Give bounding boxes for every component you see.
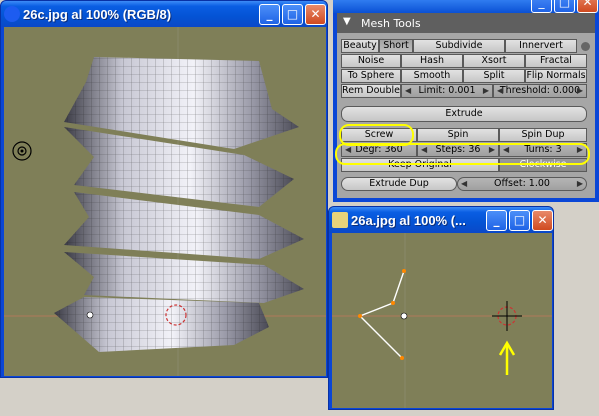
- increment-arrow-icon[interactable]: ▶: [577, 178, 583, 190]
- threshold-field[interactable]: ◀ Threshold: 0.000 ▶: [493, 84, 587, 98]
- screw-mesh-render: [4, 27, 326, 376]
- minimize-button[interactable]: _: [259, 4, 280, 25]
- turns-field[interactable]: ◀ Turns: 3 ▶: [499, 143, 587, 157]
- collapse-triangle-icon[interactable]: ▼: [343, 16, 351, 27]
- offset-value: Offset: 1.00: [494, 178, 550, 189]
- minimize-button[interactable]: _: [486, 210, 507, 231]
- hash-button[interactable]: Hash: [401, 54, 463, 68]
- extrude-dup-button[interactable]: Extrude Dup: [341, 177, 457, 191]
- offset-field[interactable]: ◀ Offset: 1.00 ▶: [457, 177, 587, 191]
- beauty-button[interactable]: Beauty: [341, 39, 379, 53]
- pin-icon[interactable]: [581, 42, 590, 51]
- 3d-viewport[interactable]: [4, 27, 326, 376]
- vertex: [391, 301, 395, 305]
- vertex: [402, 269, 406, 273]
- innervert-button[interactable]: Innervert: [505, 39, 577, 53]
- window-title: 26c.jpg al 100% (RGB/8): [23, 7, 172, 22]
- to-sphere-button[interactable]: To Sphere: [341, 69, 401, 83]
- panel-title: Mesh Tools: [361, 17, 421, 30]
- app-icon: [4, 6, 20, 22]
- mesh-tools-panel: ▼ Mesh Tools Beauty Short Subdivide Inne…: [337, 13, 595, 198]
- window-titlebar[interactable]: 26a.jpg al 100% (... _ □ ✕: [329, 207, 553, 233]
- pivot-point: [86, 311, 94, 319]
- spin-dup-button[interactable]: Spin Dup: [499, 128, 587, 142]
- noise-button[interactable]: Noise: [341, 54, 401, 68]
- split-button[interactable]: Split: [463, 69, 525, 83]
- decrement-arrow-icon[interactable]: ◀: [497, 85, 503, 97]
- xsort-button[interactable]: Xsort: [463, 54, 525, 68]
- decrement-arrow-icon[interactable]: ◀: [345, 144, 351, 156]
- window-titlebar[interactable]: 26c.jpg al 100% (RGB/8) _ □ ✕: [1, 1, 327, 27]
- increment-arrow-icon[interactable]: ▶: [577, 85, 583, 97]
- close-button[interactable]: ✕: [305, 4, 326, 25]
- decrement-arrow-icon[interactable]: ◀: [461, 178, 467, 190]
- screw-spiral: [54, 57, 304, 352]
- panel-titlebar[interactable]: _ □ ✕: [333, 0, 599, 13]
- turns-value: Turns: 3: [524, 144, 562, 155]
- window-title: 26a.jpg al 100% (...: [351, 213, 466, 228]
- panel-body: Beauty Short Subdivide Innervert Noise H…: [337, 33, 595, 198]
- increment-arrow-icon[interactable]: ▶: [577, 144, 583, 156]
- mesh-tools-window: _ □ ✕ ▼ Mesh Tools Beauty Short Subdivid…: [333, 0, 599, 202]
- panel-close-button[interactable]: ✕: [577, 0, 598, 13]
- panel-header[interactable]: ▼ Mesh Tools: [337, 13, 595, 33]
- degr-field[interactable]: ◀ Degr: 360: [341, 143, 417, 157]
- photoshop-icon: [332, 212, 348, 228]
- maximize-button[interactable]: □: [282, 4, 303, 25]
- fractal-button[interactable]: Fractal: [525, 54, 587, 68]
- yellow-arrow-annotation: [498, 340, 516, 375]
- extrude-button[interactable]: Extrude: [341, 106, 587, 122]
- rem-double-button[interactable]: Rem Double: [341, 84, 401, 98]
- increment-arrow-icon[interactable]: ▶: [483, 85, 489, 97]
- degr-value: Degr: 360: [355, 144, 403, 155]
- smooth-button[interactable]: Smooth: [401, 69, 463, 83]
- clockwise-toggle[interactable]: Clockwise: [499, 158, 587, 172]
- 2d-viewport[interactable]: [332, 233, 552, 408]
- pivot-point: [400, 312, 408, 320]
- decrement-arrow-icon[interactable]: ◀: [421, 144, 427, 156]
- profile-edges: [358, 270, 405, 359]
- spin-button[interactable]: Spin: [417, 128, 499, 142]
- screw-button[interactable]: Screw: [341, 128, 417, 142]
- image-window-26c: 26c.jpg al 100% (RGB/8) _ □ ✕: [0, 0, 328, 378]
- decrement-arrow-icon[interactable]: ◀: [503, 144, 509, 156]
- short-button[interactable]: Short: [379, 39, 413, 53]
- profile-render: [332, 233, 552, 408]
- vertex: [358, 314, 362, 318]
- panel-maximize-button[interactable]: □: [554, 0, 575, 13]
- increment-arrow-icon[interactable]: ▶: [489, 144, 495, 156]
- flip-normals-button[interactable]: Flip Normals: [525, 69, 587, 83]
- threshold-value: Threshold: 0.000: [499, 85, 581, 96]
- maximize-button[interactable]: □: [509, 210, 530, 231]
- vertex: [400, 356, 404, 360]
- image-window-26a: 26a.jpg al 100% (... _ □ ✕: [328, 206, 554, 410]
- limit-field[interactable]: ◀ Limit: 0.001 ▶: [401, 84, 493, 98]
- close-button[interactable]: ✕: [532, 210, 553, 231]
- panel-minimize-button[interactable]: _: [531, 0, 552, 13]
- steps-field[interactable]: ◀ Steps: 36 ▶: [417, 143, 499, 157]
- limit-value: Limit: 0.001: [418, 85, 476, 96]
- keep-original-toggle[interactable]: Keep Original: [341, 158, 499, 172]
- steps-value: Steps: 36: [435, 144, 481, 155]
- decrement-arrow-icon[interactable]: ◀: [405, 85, 411, 97]
- subdivide-button[interactable]: Subdivide: [413, 39, 505, 53]
